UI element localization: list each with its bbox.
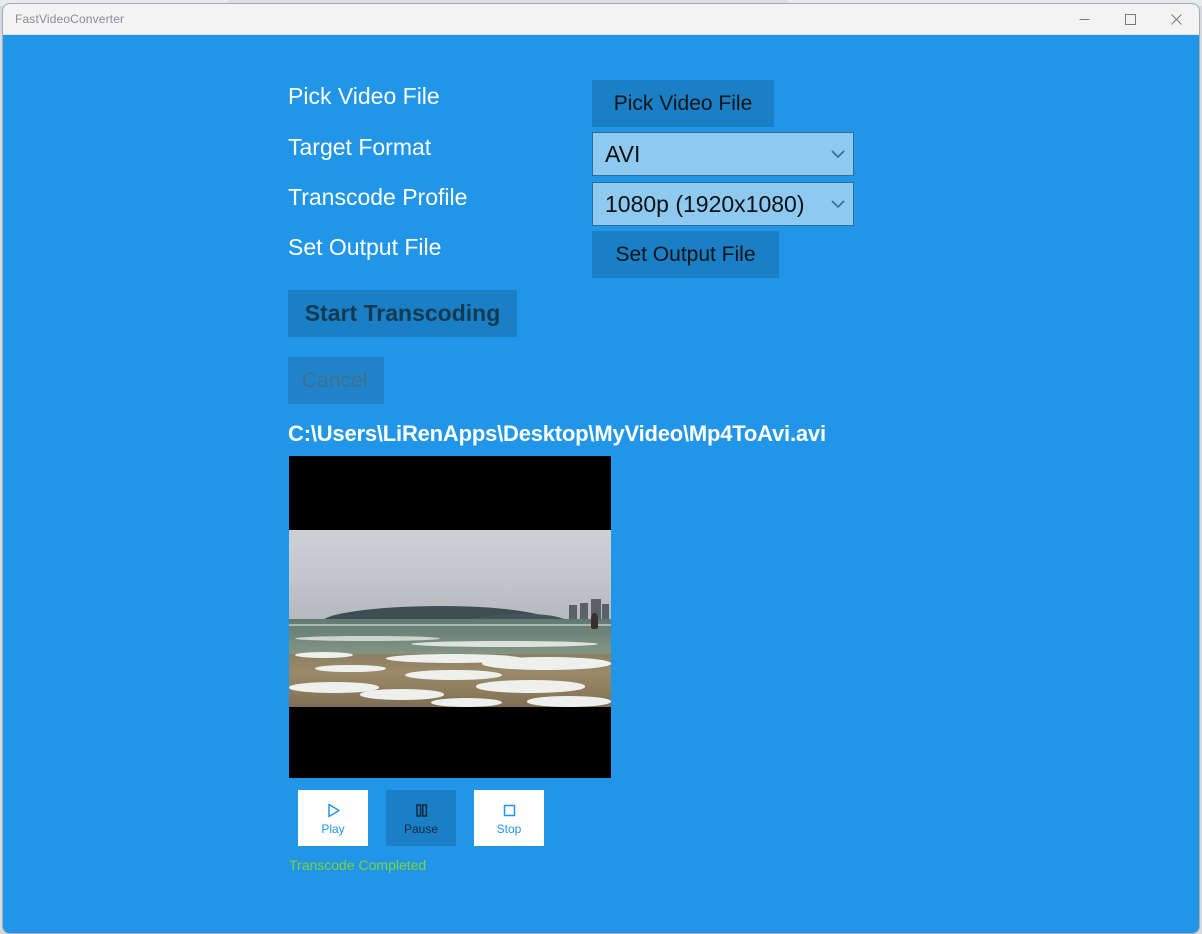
minimize-icon	[1079, 14, 1090, 25]
cancel-button[interactable]: Cancel	[288, 357, 384, 404]
stop-button[interactable]: Stop	[474, 790, 544, 846]
play-button[interactable]: Play	[298, 790, 368, 846]
close-button[interactable]	[1153, 4, 1199, 35]
chevron-down-icon	[823, 199, 853, 209]
label-pick-video-file: Pick Video File	[288, 83, 440, 109]
stop-label: Stop	[496, 821, 522, 836]
maximize-icon	[1124, 14, 1136, 25]
video-preview[interactable]	[289, 456, 611, 778]
pick-video-file-button[interactable]: Pick Video File	[592, 80, 774, 127]
close-icon	[1170, 14, 1182, 25]
target-format-combobox[interactable]: AVI	[592, 132, 854, 176]
set-output-file-button[interactable]: Set Output File	[592, 231, 779, 278]
target-format-value: AVI	[605, 140, 641, 167]
play-icon	[325, 802, 342, 819]
start-transcoding-button[interactable]: Start Transcoding	[288, 290, 517, 337]
title-bar[interactable]: FastVideoConverter	[3, 4, 1199, 35]
status-message: Transcode Completed	[289, 857, 427, 873]
pause-button[interactable]: Pause	[386, 790, 456, 846]
client-area: Pick Video File Target Format Transcode …	[3, 35, 1199, 933]
label-set-output-file: Set Output File	[288, 234, 442, 260]
minimize-button[interactable]	[1061, 4, 1107, 35]
app-window: FastVideoConverter Pick Video File Targe…	[2, 3, 1200, 934]
output-file-path: C:\Users\LiRenApps\Desktop\MyVideo\Mp4To…	[288, 421, 826, 446]
maximize-button[interactable]	[1107, 4, 1153, 35]
label-target-format: Target Format	[288, 134, 432, 160]
window-controls	[1061, 4, 1199, 35]
play-label: Play	[321, 821, 345, 836]
chevron-down-icon	[823, 149, 853, 159]
pause-label: Pause	[403, 821, 439, 836]
label-transcode-profile: Transcode Profile	[288, 184, 468, 210]
transcode-profile-value: 1080p (1920x1080)	[605, 190, 805, 217]
stop-icon	[501, 802, 518, 819]
transcode-profile-combobox[interactable]: 1080p (1920x1080)	[592, 182, 854, 226]
video-frame-image	[289, 530, 611, 707]
pause-icon	[413, 802, 430, 819]
window-title: FastVideoConverter	[15, 12, 125, 26]
